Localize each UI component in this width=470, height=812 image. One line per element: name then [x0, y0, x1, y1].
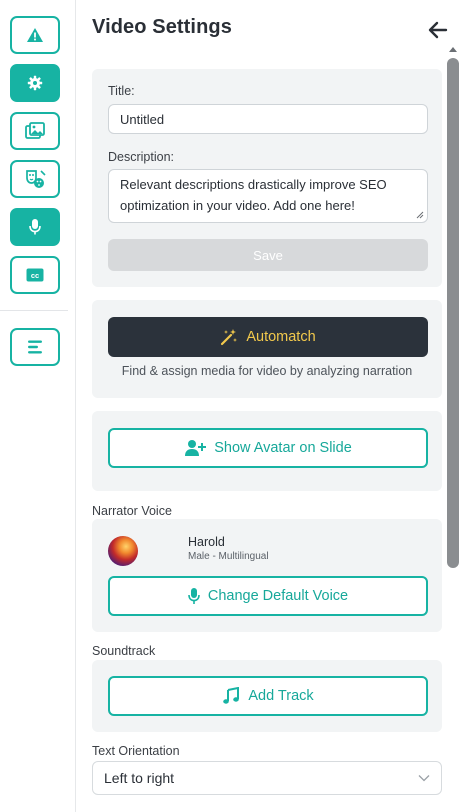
chevron-down-icon: [418, 775, 430, 782]
microphone-icon: [29, 219, 41, 235]
sidebar-item-warnings[interactable]: [10, 16, 60, 54]
add-user-icon: [185, 440, 207, 456]
warning-icon: [27, 28, 43, 42]
voice-name: Harold: [188, 535, 225, 549]
sidebar-item-menu[interactable]: [10, 328, 60, 366]
add-track-label: Add Track: [248, 688, 314, 704]
magic-wand-icon: [221, 329, 238, 346]
text-orientation-label: Text Orientation: [92, 744, 180, 758]
change-default-voice-button[interactable]: Change Default Voice: [108, 576, 428, 616]
soundtrack-card: Add Track: [92, 660, 442, 732]
description-label: Description:: [108, 150, 174, 164]
narrator-voice-label: Narrator Voice: [92, 504, 172, 518]
automatch-card: Automatch Find & assign media for video …: [92, 300, 442, 398]
video-details-card: Title: Untitled Description: Relevant de…: [92, 69, 442, 287]
scroll-up-arrow-icon[interactable]: [449, 47, 457, 52]
arrow-left-icon[interactable]: [426, 18, 450, 42]
change-voice-label: Change Default Voice: [207, 588, 349, 604]
page-title: Video Settings: [92, 16, 232, 38]
voice-description: Male - Multilingual: [188, 551, 269, 562]
media-gallery-icon: [25, 122, 45, 139]
sidebar-item-settings[interactable]: [10, 64, 60, 102]
scrollbar-thumb[interactable]: [447, 58, 459, 568]
text-orientation-select[interactable]: Left to right: [92, 761, 442, 795]
sidebar-item-avatar[interactable]: [10, 160, 60, 198]
music-note-icon: [223, 687, 240, 704]
show-avatar-label: Show Avatar on Slide: [214, 440, 352, 456]
sidebar-item-captions[interactable]: cc: [10, 256, 60, 294]
sidebar-divider: [0, 310, 68, 311]
description-text: Relevant descriptions drastically improv…: [120, 177, 387, 213]
sidebar: cc: [0, 0, 76, 812]
description-textarea[interactable]: Relevant descriptions drastically improv…: [108, 169, 428, 223]
automatch-hint: Find & assign media for video by analyzi…: [121, 364, 413, 378]
automatch-label: Automatch: [246, 329, 316, 345]
sidebar-item-narration[interactable]: [10, 208, 60, 246]
automatch-button[interactable]: Automatch: [108, 317, 428, 357]
video-settings-panel: Video Settings Title: Untitled Descripti…: [76, 0, 470, 812]
avatar-palette-icon: [26, 170, 46, 188]
add-track-button[interactable]: Add Track: [108, 676, 428, 716]
text-orientation-value: Left to right: [104, 770, 175, 786]
soundtrack-label: Soundtrack: [92, 644, 156, 658]
save-button[interactable]: Save: [108, 239, 428, 271]
voice-avatar: [108, 536, 138, 566]
microphone-icon: [188, 588, 200, 604]
narrator-card: Harold Male - Multilingual Change Defaul…: [92, 519, 442, 632]
menu-lines-icon: [28, 340, 42, 354]
gear-icon: [27, 75, 43, 91]
resize-grip-icon[interactable]: [416, 211, 424, 219]
title-label: Title:: [108, 84, 135, 98]
sidebar-item-media[interactable]: [10, 112, 60, 150]
closed-captions-icon: cc: [26, 268, 44, 282]
captions-icon-text: cc: [31, 271, 39, 280]
avatar-card: Show Avatar on Slide: [92, 411, 442, 491]
title-input[interactable]: Untitled: [108, 104, 428, 134]
show-avatar-button[interactable]: Show Avatar on Slide: [108, 428, 428, 468]
